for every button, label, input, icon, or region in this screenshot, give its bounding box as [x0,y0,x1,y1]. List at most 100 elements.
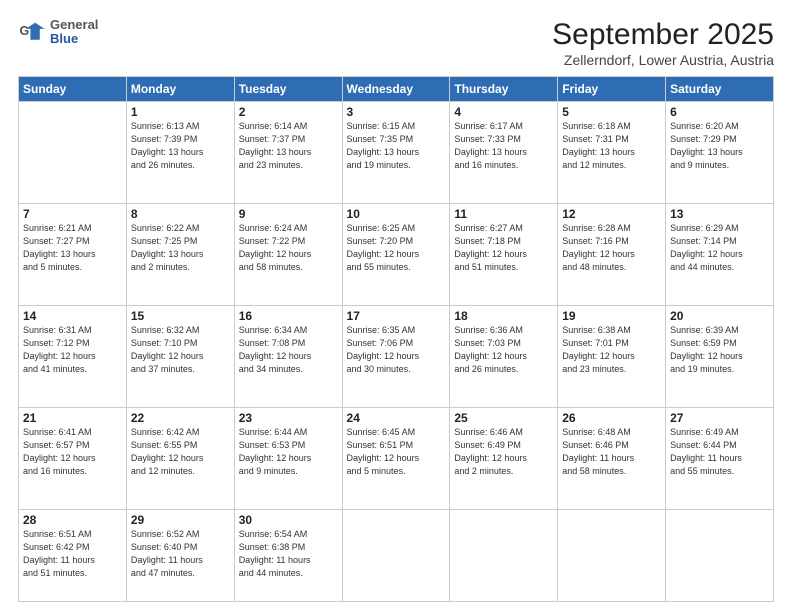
day-detail: Sunrise: 6:20 AM Sunset: 7:29 PM Dayligh… [670,120,769,172]
calendar-cell: 3Sunrise: 6:15 AM Sunset: 7:35 PM Daylig… [342,102,450,204]
calendar-cell: 15Sunrise: 6:32 AM Sunset: 7:10 PM Dayli… [126,305,234,407]
day-number: 4 [454,105,553,119]
day-detail: Sunrise: 6:31 AM Sunset: 7:12 PM Dayligh… [23,324,122,376]
title-block: September 2025 Zellerndorf, Lower Austri… [552,18,774,68]
calendar-cell: 9Sunrise: 6:24 AM Sunset: 7:22 PM Daylig… [234,203,342,305]
day-number: 2 [239,105,338,119]
day-number: 7 [23,207,122,221]
day-detail: Sunrise: 6:42 AM Sunset: 6:55 PM Dayligh… [131,426,230,478]
day-detail: Sunrise: 6:51 AM Sunset: 6:42 PM Dayligh… [23,528,122,580]
logo-blue-text: Blue [50,32,98,46]
location-text: Zellerndorf, Lower Austria, Austria [552,52,774,68]
day-number: 20 [670,309,769,323]
calendar-cell: 20Sunrise: 6:39 AM Sunset: 6:59 PM Dayli… [666,305,774,407]
logo-icon: G [18,18,46,46]
day-number: 5 [562,105,661,119]
day-detail: Sunrise: 6:14 AM Sunset: 7:37 PM Dayligh… [239,120,338,172]
calendar-cell [342,509,450,601]
weekday-header: Wednesday [342,77,450,102]
page-header: G General Blue September 2025 Zellerndor… [18,18,774,68]
calendar-week-row: 7Sunrise: 6:21 AM Sunset: 7:27 PM Daylig… [19,203,774,305]
day-detail: Sunrise: 6:18 AM Sunset: 7:31 PM Dayligh… [562,120,661,172]
calendar-cell [666,509,774,601]
calendar-cell: 29Sunrise: 6:52 AM Sunset: 6:40 PM Dayli… [126,509,234,601]
day-detail: Sunrise: 6:32 AM Sunset: 7:10 PM Dayligh… [131,324,230,376]
day-number: 12 [562,207,661,221]
calendar-cell: 5Sunrise: 6:18 AM Sunset: 7:31 PM Daylig… [558,102,666,204]
day-detail: Sunrise: 6:38 AM Sunset: 7:01 PM Dayligh… [562,324,661,376]
day-detail: Sunrise: 6:21 AM Sunset: 7:27 PM Dayligh… [23,222,122,274]
day-number: 1 [131,105,230,119]
calendar-cell: 10Sunrise: 6:25 AM Sunset: 7:20 PM Dayli… [342,203,450,305]
weekday-header: Tuesday [234,77,342,102]
day-number: 24 [347,411,446,425]
day-number: 3 [347,105,446,119]
calendar-cell: 11Sunrise: 6:27 AM Sunset: 7:18 PM Dayli… [450,203,558,305]
calendar-cell: 21Sunrise: 6:41 AM Sunset: 6:57 PM Dayli… [19,407,127,509]
day-detail: Sunrise: 6:44 AM Sunset: 6:53 PM Dayligh… [239,426,338,478]
svg-text:G: G [20,24,30,38]
calendar-cell: 7Sunrise: 6:21 AM Sunset: 7:27 PM Daylig… [19,203,127,305]
calendar-cell: 26Sunrise: 6:48 AM Sunset: 6:46 PM Dayli… [558,407,666,509]
calendar-cell: 19Sunrise: 6:38 AM Sunset: 7:01 PM Dayli… [558,305,666,407]
day-detail: Sunrise: 6:17 AM Sunset: 7:33 PM Dayligh… [454,120,553,172]
weekday-header: Sunday [19,77,127,102]
day-number: 17 [347,309,446,323]
day-number: 8 [131,207,230,221]
calendar-cell [19,102,127,204]
day-detail: Sunrise: 6:49 AM Sunset: 6:44 PM Dayligh… [670,426,769,478]
calendar-cell: 1Sunrise: 6:13 AM Sunset: 7:39 PM Daylig… [126,102,234,204]
day-detail: Sunrise: 6:52 AM Sunset: 6:40 PM Dayligh… [131,528,230,580]
weekday-header: Friday [558,77,666,102]
calendar-cell: 24Sunrise: 6:45 AM Sunset: 6:51 PM Dayli… [342,407,450,509]
month-title: September 2025 [552,18,774,52]
day-detail: Sunrise: 6:45 AM Sunset: 6:51 PM Dayligh… [347,426,446,478]
day-detail: Sunrise: 6:54 AM Sunset: 6:38 PM Dayligh… [239,528,338,580]
weekday-header: Saturday [666,77,774,102]
day-detail: Sunrise: 6:27 AM Sunset: 7:18 PM Dayligh… [454,222,553,274]
calendar-cell: 8Sunrise: 6:22 AM Sunset: 7:25 PM Daylig… [126,203,234,305]
calendar-cell: 22Sunrise: 6:42 AM Sunset: 6:55 PM Dayli… [126,407,234,509]
calendar-cell [450,509,558,601]
calendar-week-row: 14Sunrise: 6:31 AM Sunset: 7:12 PM Dayli… [19,305,774,407]
day-detail: Sunrise: 6:28 AM Sunset: 7:16 PM Dayligh… [562,222,661,274]
day-number: 13 [670,207,769,221]
calendar-cell [558,509,666,601]
day-detail: Sunrise: 6:15 AM Sunset: 7:35 PM Dayligh… [347,120,446,172]
calendar-header-row: SundayMondayTuesdayWednesdayThursdayFrid… [19,77,774,102]
logo-general-text: General [50,18,98,32]
day-detail: Sunrise: 6:39 AM Sunset: 6:59 PM Dayligh… [670,324,769,376]
day-number: 30 [239,513,338,527]
day-number: 26 [562,411,661,425]
day-detail: Sunrise: 6:24 AM Sunset: 7:22 PM Dayligh… [239,222,338,274]
calendar-table: SundayMondayTuesdayWednesdayThursdayFrid… [18,76,774,602]
day-detail: Sunrise: 6:22 AM Sunset: 7:25 PM Dayligh… [131,222,230,274]
day-detail: Sunrise: 6:48 AM Sunset: 6:46 PM Dayligh… [562,426,661,478]
day-detail: Sunrise: 6:13 AM Sunset: 7:39 PM Dayligh… [131,120,230,172]
day-number: 28 [23,513,122,527]
calendar-cell: 2Sunrise: 6:14 AM Sunset: 7:37 PM Daylig… [234,102,342,204]
day-number: 19 [562,309,661,323]
calendar-week-row: 28Sunrise: 6:51 AM Sunset: 6:42 PM Dayli… [19,509,774,601]
day-detail: Sunrise: 6:25 AM Sunset: 7:20 PM Dayligh… [347,222,446,274]
day-number: 10 [347,207,446,221]
day-number: 15 [131,309,230,323]
logo: G General Blue [18,18,98,47]
day-number: 16 [239,309,338,323]
calendar-week-row: 1Sunrise: 6:13 AM Sunset: 7:39 PM Daylig… [19,102,774,204]
calendar-cell: 13Sunrise: 6:29 AM Sunset: 7:14 PM Dayli… [666,203,774,305]
calendar-cell: 12Sunrise: 6:28 AM Sunset: 7:16 PM Dayli… [558,203,666,305]
weekday-header: Thursday [450,77,558,102]
day-number: 14 [23,309,122,323]
calendar-cell: 25Sunrise: 6:46 AM Sunset: 6:49 PM Dayli… [450,407,558,509]
day-detail: Sunrise: 6:35 AM Sunset: 7:06 PM Dayligh… [347,324,446,376]
day-number: 22 [131,411,230,425]
day-number: 29 [131,513,230,527]
calendar-week-row: 21Sunrise: 6:41 AM Sunset: 6:57 PM Dayli… [19,407,774,509]
calendar-cell: 17Sunrise: 6:35 AM Sunset: 7:06 PM Dayli… [342,305,450,407]
day-number: 25 [454,411,553,425]
day-number: 9 [239,207,338,221]
calendar-cell: 18Sunrise: 6:36 AM Sunset: 7:03 PM Dayli… [450,305,558,407]
day-number: 23 [239,411,338,425]
calendar-cell: 14Sunrise: 6:31 AM Sunset: 7:12 PM Dayli… [19,305,127,407]
